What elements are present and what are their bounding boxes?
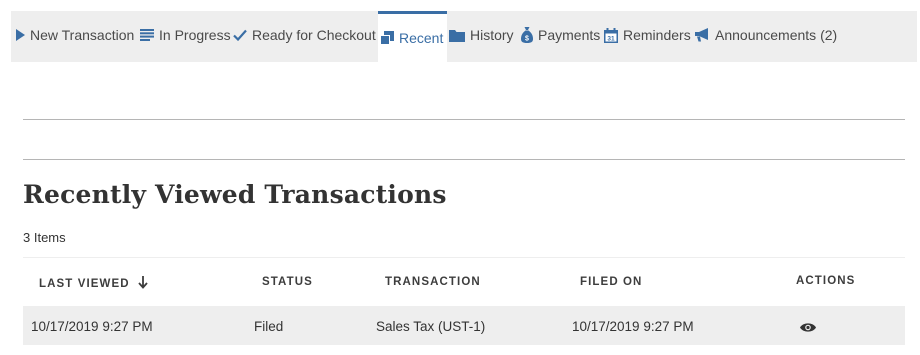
list-icon [140,29,154,41]
divider [23,159,905,160]
svg-text:31: 31 [607,35,615,42]
nav-in-progress[interactable]: In Progress [140,11,231,59]
column-header-transaction[interactable]: TRANSACTION [385,276,481,288]
nav-announcements[interactable]: Announcements (2) [695,11,837,59]
play-icon [16,29,25,41]
svg-text:$: $ [525,36,529,43]
divider [23,119,905,120]
column-header-last-viewed[interactable]: LAST VIEWED [39,276,148,292]
nav-history[interactable]: History [449,11,514,59]
table-top-border [23,257,905,258]
column-header-status[interactable]: STATUS [262,276,313,288]
megaphone-icon [695,28,710,42]
arrow-down-icon [138,276,148,292]
folder-icon [449,29,465,42]
nav-recent[interactable]: Recent [378,11,448,62]
cell-status: Filed [254,319,284,334]
column-header-actions: ACTIONS [796,275,856,287]
check-icon [233,29,247,41]
nav-ready-for-checkout[interactable]: Ready for Checkout [233,11,376,59]
nav-label: Announcements (2) [715,27,838,43]
nav-label: Reminders [623,27,691,43]
eye-icon[interactable] [800,320,816,338]
nav-reminders[interactable]: 31 Reminders [604,11,691,59]
calendar-icon: 31 [604,27,618,43]
money-bag-icon: $ [521,27,533,43]
nav-label: In Progress [159,27,231,43]
nav-label: History [470,27,514,43]
cell-transaction: Sales Tax (UST-1) [376,319,486,334]
nav-label: Ready for Checkout [252,27,376,43]
item-count: 3 Items [23,230,66,245]
page-title: Recently Viewed Transactions [23,180,447,209]
nav-new-transaction[interactable]: New Transaction [16,11,134,59]
copy-icon [380,31,394,45]
column-header-filed-on[interactable]: FILED ON [580,276,642,288]
nav-label: New Transaction [30,27,135,43]
nav-label: Recent [399,30,444,46]
cell-filed-on: 10/17/2019 9:27 PM [572,319,694,334]
nav-label: Payments [538,27,601,43]
transaction-nav: New Transaction In Progress Ready for Ch… [11,11,917,62]
cell-last-viewed: 10/17/2019 9:27 PM [31,319,153,334]
nav-payments[interactable]: $ Payments [521,11,600,59]
